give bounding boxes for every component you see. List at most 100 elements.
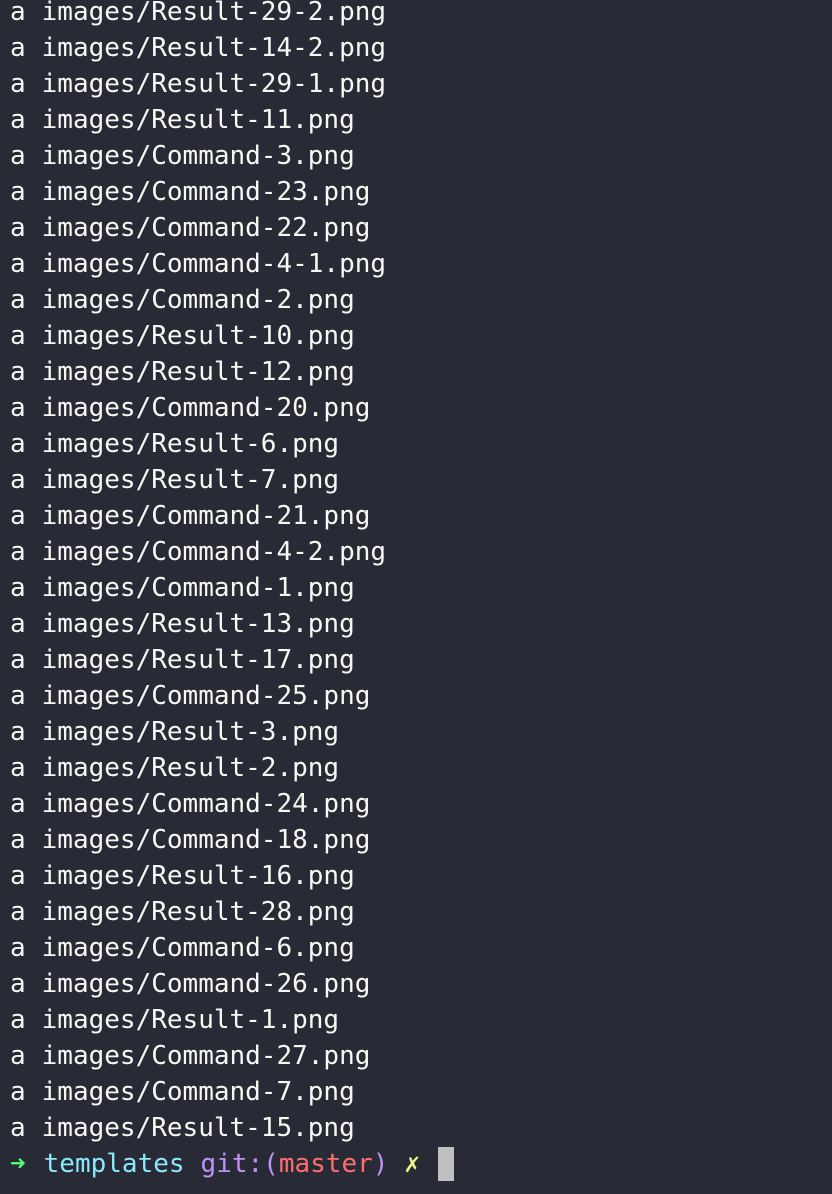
file-path: images/Command-27.png xyxy=(41,1041,371,1071)
file-status-flag: a xyxy=(10,645,26,675)
file-status-flag: a xyxy=(10,1041,26,1071)
terminal-window[interactable]: a images/Result-29-2.png a images/Result-14… xyxy=(0,0,832,1188)
file-status-flag: a xyxy=(10,681,26,711)
file-path: images/Command-7.png xyxy=(41,1077,355,1107)
terminal-output-line: a images/Command-1.png xyxy=(10,570,832,606)
terminal-output-line: a images/Command-22.png xyxy=(10,210,832,246)
file-path: images/Result-17.png xyxy=(41,645,355,675)
terminal-output-line: a images/Result-15.png xyxy=(10,1110,832,1146)
terminal-output-line: a images/Result-7.png xyxy=(10,462,832,498)
file-status-flag: a xyxy=(10,717,26,747)
terminal-output-line: a images/Result-11.png xyxy=(10,102,832,138)
file-path: images/Command-2.png xyxy=(41,285,355,315)
file-path: images/Command-6.png xyxy=(41,933,355,963)
prompt-paren-open: ( xyxy=(263,1149,279,1179)
file-path: images/Command-20.png xyxy=(41,393,371,423)
terminal-output-line: a images/Result-10.png xyxy=(10,318,832,354)
file-status-flag: a xyxy=(10,789,26,819)
file-path: images/Command-1.png xyxy=(41,573,355,603)
terminal-output-line: a images/Result-29-1.png xyxy=(10,66,832,102)
file-status-flag: a xyxy=(10,429,26,459)
file-path: images/Result-1.png xyxy=(41,1005,340,1035)
terminal-output-line: a images/Command-2.png xyxy=(10,282,832,318)
prompt-git-label: git: xyxy=(200,1149,264,1179)
file-path: images/Result-12.png xyxy=(41,357,355,387)
file-status-flag: a xyxy=(10,285,26,315)
file-status-flag: a xyxy=(10,105,26,135)
file-path: images/Result-6.png xyxy=(41,429,340,459)
file-status-flag: a xyxy=(10,969,26,999)
terminal-output-line: a images/Result-29-2.png xyxy=(10,0,832,30)
terminal-output-line: a images/Command-27.png xyxy=(10,1038,832,1074)
file-status-flag: a xyxy=(10,1077,26,1107)
file-path: images/Command-3.png xyxy=(41,141,355,171)
terminal-output-line: a images/Result-28.png xyxy=(10,894,832,930)
file-status-flag: a xyxy=(10,357,26,387)
file-status-flag: a xyxy=(10,753,26,783)
file-status-flag: a xyxy=(10,0,26,27)
file-status-flag: a xyxy=(10,69,26,99)
terminal-output-line: a images/Command-20.png xyxy=(10,390,832,426)
terminal-output-line: a images/Result-6.png xyxy=(10,426,832,462)
terminal-output-line: a images/Result-16.png xyxy=(10,858,832,894)
file-path: images/Result-28.png xyxy=(41,897,355,927)
file-status-flag: a xyxy=(10,861,26,891)
file-path: images/Result-16.png xyxy=(41,861,355,891)
file-path: images/Result-14-2.png xyxy=(41,33,387,63)
file-status-flag: a xyxy=(10,465,26,495)
file-path: images/Command-25.png xyxy=(41,681,371,711)
file-status-flag: a xyxy=(10,1005,26,1035)
file-status-flag: a xyxy=(10,1113,26,1143)
terminal-output-line: a images/Command-4-2.png xyxy=(10,534,832,570)
terminal-cursor[interactable] xyxy=(438,1147,455,1181)
file-path: images/Result-7.png xyxy=(41,465,340,495)
terminal-output-line: a images/Command-21.png xyxy=(10,498,832,534)
terminal-output-line: a images/Command-24.png xyxy=(10,786,832,822)
shell-prompt: ➜ templates git:(master) ✗ xyxy=(10,1146,832,1182)
file-path: images/Result-2.png xyxy=(41,753,340,783)
terminal-output-line: a images/Result-14-2.png xyxy=(10,30,832,66)
file-status-flag: a xyxy=(10,393,26,423)
file-status-flag: a xyxy=(10,321,26,351)
file-path: images/Command-18.png xyxy=(41,825,371,855)
file-status-flag: a xyxy=(10,33,26,63)
file-status-flag: a xyxy=(10,537,26,567)
file-path: images/Result-13.png xyxy=(41,609,355,639)
file-path: images/Command-22.png xyxy=(41,213,371,243)
file-path: images/Result-29-2.png xyxy=(41,0,387,27)
file-path: images/Command-23.png xyxy=(41,177,371,207)
terminal-output-line: a images/Command-23.png xyxy=(10,174,832,210)
file-path: images/Result-10.png xyxy=(41,321,355,351)
file-path: images/Result-29-1.png xyxy=(41,69,387,99)
file-path: images/Command-4-1.png xyxy=(41,249,387,279)
terminal-output-line: a images/Result-1.png xyxy=(10,1002,832,1038)
file-path: images/Command-26.png xyxy=(41,969,371,999)
file-status-flag: a xyxy=(10,573,26,603)
file-status-flag: a xyxy=(10,501,26,531)
file-status-flag: a xyxy=(10,213,26,243)
file-status-flag: a xyxy=(10,141,26,171)
terminal-output-line: a images/Result-2.png xyxy=(10,750,832,786)
terminal-output-line: a images/Result-17.png xyxy=(10,642,832,678)
file-path: images/Result-3.png xyxy=(41,717,340,747)
terminal-output-line: a images/Command-25.png xyxy=(10,678,832,714)
terminal-output-line: a images/Result-12.png xyxy=(10,354,832,390)
prompt-dirty-marker-icon: ✗ xyxy=(404,1149,421,1179)
file-path: images/Command-21.png xyxy=(41,501,371,531)
prompt-directory: templates xyxy=(43,1149,185,1179)
file-status-flag: a xyxy=(10,609,26,639)
file-path: images/Command-24.png xyxy=(41,789,371,819)
terminal-output-line: a images/Command-6.png xyxy=(10,930,832,966)
file-path: images/Result-15.png xyxy=(41,1113,355,1143)
terminal-output-line: a images/Command-26.png xyxy=(10,966,832,1002)
prompt-git-branch: master xyxy=(278,1149,373,1179)
file-path: images/Result-11.png xyxy=(41,105,355,135)
terminal-output-line: a images/Command-4-1.png xyxy=(10,246,832,282)
terminal-output-line: a images/Result-13.png xyxy=(10,606,832,642)
prompt-paren-close: ) xyxy=(372,1149,389,1179)
terminal-output-line: a images/Result-3.png xyxy=(10,714,832,750)
terminal-output-line: a images/Command-7.png xyxy=(10,1074,832,1110)
file-status-flag: a xyxy=(10,897,26,927)
terminal-output-line: a images/Command-18.png xyxy=(10,822,832,858)
file-status-flag: a xyxy=(10,177,26,207)
